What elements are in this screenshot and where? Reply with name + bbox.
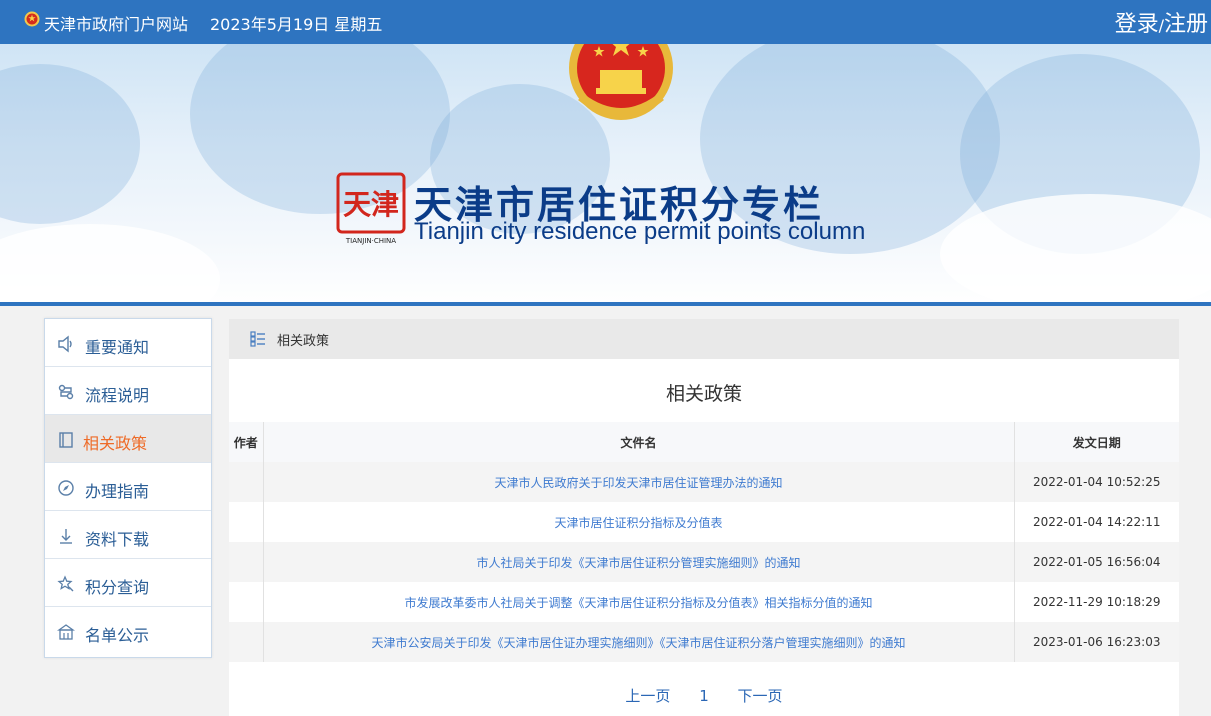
cell-date: 2022-01-04 10:52:25 xyxy=(1014,462,1179,502)
next-page-button[interactable]: 下一页 xyxy=(738,687,783,705)
breadcrumb: 相关政策 xyxy=(277,334,330,349)
table-row: 天津市人民政府关于印发天津市居住证管理办法的通知 2022-01-04 10:5… xyxy=(229,462,1179,502)
auth-links: 登录/注册 xyxy=(1115,6,1208,38)
column-header-date: 发文日期 xyxy=(1014,422,1179,462)
cell-filename: 市人社局关于印发《天津市居住证积分管理实施细则》的通知 xyxy=(263,542,1015,582)
sidebar-item-guide[interactable]: 办理指南 xyxy=(45,463,211,511)
sidebar-item-downloads[interactable]: 资料下载 xyxy=(45,511,211,559)
main-content: 相关政策 相关政策 作者 文件名 发文日期 天津市人民政府关于印发天津市居住证管… xyxy=(229,319,1179,716)
banner-flower-decoration xyxy=(0,64,140,224)
banner-flower-decoration xyxy=(190,44,450,214)
login-link[interactable]: 登录 xyxy=(1115,12,1159,37)
cell-date: 2022-01-05 16:56:04 xyxy=(1014,542,1179,582)
sidebar-item-label: 办理指南 xyxy=(85,482,150,501)
sidebar-item-label: 相关政策 xyxy=(83,434,148,453)
banner: 天津 TIANJIN·CHINA 天津市居住证积分专栏 Tianjin city… xyxy=(0,44,1211,306)
banner-subtitle: Tianjin city residence permit points col… xyxy=(414,218,866,245)
policy-table: 作者 文件名 发文日期 天津市人民政府关于印发天津市居住证管理办法的通知 202… xyxy=(229,422,1179,662)
table-row: 天津市居住证积分指标及分值表 2022-01-04 14:22:11 xyxy=(229,502,1179,542)
document-link[interactable]: 天津市公安局关于印发《天津市居住证办理实施细则》《天津市居住证积分落户管理实施细… xyxy=(371,636,905,650)
cell-filename: 市发展改革委市人社局关于调整《天津市居住证积分指标及分值表》相关指标分值的通知 xyxy=(263,582,1015,622)
cell-author xyxy=(229,462,264,502)
compass-icon xyxy=(58,480,74,496)
sidebar-item-important-notices[interactable]: 重要通知 xyxy=(45,319,211,367)
sidebar-item-public-list[interactable]: 名单公示 xyxy=(45,607,211,655)
cell-author xyxy=(229,542,264,582)
top-bar: 天津市政府门户网站 2023年5月19日 星期五 登录/注册 xyxy=(0,0,1211,44)
column-header-author: 作者 xyxy=(229,422,264,462)
cell-filename: 天津市公安局关于印发《天津市居住证办理实施细则》《天津市居住证积分落户管理实施细… xyxy=(263,622,1015,662)
building-icon xyxy=(57,624,75,640)
cell-filename: 天津市人民政府关于印发天津市居住证管理办法的通知 xyxy=(263,462,1015,502)
cell-date: 2022-11-29 10:18:29 xyxy=(1014,582,1179,622)
sidebar-item-label: 流程说明 xyxy=(85,386,150,405)
speaker-icon xyxy=(58,335,72,353)
sidebar-item-label: 资料下载 xyxy=(85,530,150,549)
current-date: 2023年5月19日 星期五 xyxy=(210,15,383,34)
star-search-icon xyxy=(57,575,74,592)
national-emblem-icon xyxy=(24,11,40,27)
banner-cloud-decoration xyxy=(0,224,220,306)
table-row: 市发展改革委市人社局关于调整《天津市居住证积分指标及分值表》相关指标分值的通知 … xyxy=(229,582,1179,622)
sidebar-item-label: 名单公示 xyxy=(85,626,150,645)
table-row: 天津市公安局关于印发《天津市居住证办理实施细则》《天津市居住证积分落户管理实施细… xyxy=(229,622,1179,662)
banner-divider xyxy=(0,302,1211,306)
page-title: 相关政策 xyxy=(665,383,742,405)
cell-author xyxy=(229,622,264,662)
download-icon xyxy=(60,529,72,544)
document-link[interactable]: 市人社局关于印发《天津市居住证积分管理实施细则》的通知 xyxy=(476,556,800,570)
cell-author xyxy=(229,502,264,542)
sidebar-nav: 重要通知 流程说明 相关政策 办理指南 资料下载 积分查询 名单公示 xyxy=(44,318,212,658)
cell-filename: 天津市居住证积分指标及分值表 xyxy=(263,502,1015,542)
register-link[interactable]: 注册 xyxy=(1164,12,1208,37)
sidebar-item-policies[interactable]: 相关政策 xyxy=(45,415,211,463)
cell-date: 2023-01-06 16:23:03 xyxy=(1014,622,1179,662)
cell-author xyxy=(229,582,264,622)
cell-date: 2022-01-04 14:22:11 xyxy=(1014,502,1179,542)
document-link[interactable]: 市发展改革委市人社局关于调整《天津市居住证积分指标及分值表》相关指标分值的通知 xyxy=(404,596,872,610)
table-row: 市人社局关于印发《天津市居住证积分管理实施细则》的通知 2022-01-05 1… xyxy=(229,542,1179,582)
national-emblem-icon xyxy=(569,44,673,120)
svg-text:TIANJIN·CHINA: TIANJIN·CHINA xyxy=(345,237,396,245)
tianjin-seal-logo: 天津 TIANJIN·CHINA xyxy=(336,172,406,245)
book-icon xyxy=(59,432,73,448)
table-header-row: 作者 文件名 发文日期 xyxy=(229,422,1179,462)
document-link[interactable]: 天津市居住证积分指标及分值表 xyxy=(554,516,722,530)
flow-icon xyxy=(58,384,74,400)
section-header: 相关政策 xyxy=(229,319,1179,359)
sidebar-item-label: 积分查询 xyxy=(85,578,150,597)
prev-page-button[interactable]: 上一页 xyxy=(625,687,670,705)
sidebar-item-process[interactable]: 流程说明 xyxy=(45,367,211,415)
sidebar-item-label: 重要通知 xyxy=(85,338,150,357)
page-number[interactable]: 1 xyxy=(699,687,709,705)
svg-text:天津: 天津 xyxy=(343,188,399,221)
document-link[interactable]: 天津市人民政府关于印发天津市居住证管理办法的通知 xyxy=(494,476,782,490)
sidebar-item-points-query[interactable]: 积分查询 xyxy=(45,559,211,607)
site-name-link[interactable]: 天津市政府门户网站 xyxy=(44,11,188,35)
pagination: 上一页 1 下一页 xyxy=(229,685,1179,706)
list-icon xyxy=(250,331,265,347)
column-header-filename: 文件名 xyxy=(263,422,1015,462)
